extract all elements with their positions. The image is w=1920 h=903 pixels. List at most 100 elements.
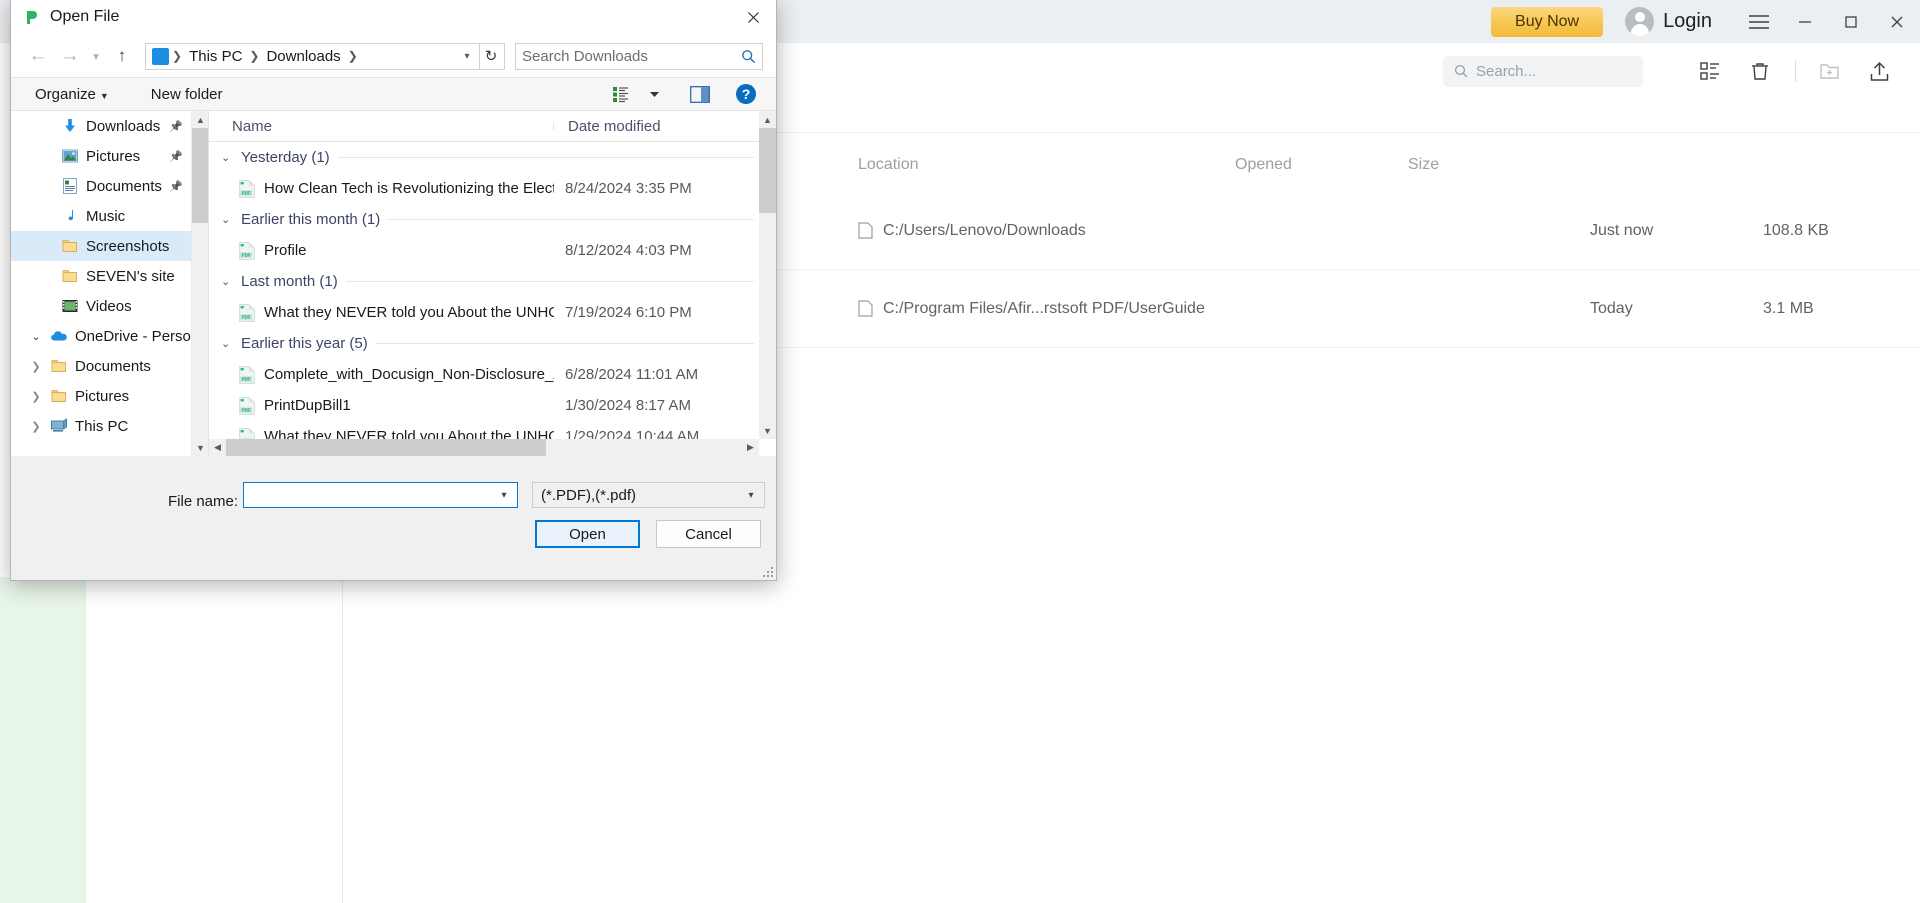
tree-item-videos[interactable]: Videos <box>11 291 191 321</box>
tree-item-music[interactable]: Music <box>11 201 191 231</box>
chevron-down-icon[interactable]: ⌄ <box>29 330 43 343</box>
buy-now-button[interactable]: Buy Now <box>1491 6 1604 37</box>
chevron-right-icon[interactable]: ❯ <box>29 360 43 373</box>
tree-scrollbar[interactable]: ▲ ▼ <box>191 111 209 456</box>
search-placeholder: Search... <box>1476 62 1537 80</box>
tree-scrollbar-thumb[interactable] <box>192 128 209 223</box>
open-button[interactable]: Open <box>535 520 640 548</box>
cancel-button[interactable]: Cancel <box>656 520 761 548</box>
pin-icon[interactable]: 📌 <box>169 150 183 163</box>
organize-button[interactable]: Organize ▼ <box>27 86 117 103</box>
scroll-down-icon[interactable]: ▼ <box>759 422 776 439</box>
file-date-cell: 7/19/2024 6:10 PM <box>565 304 692 321</box>
breadcrumb-segment-downloads[interactable]: Downloads <box>262 48 344 65</box>
arrow-up-icon[interactable]: ↑ <box>107 41 137 71</box>
chevron-down-icon[interactable]: ⌄ <box>221 337 233 350</box>
close-icon[interactable] <box>1874 0 1920 43</box>
dialog-body: Downloads 📌 Pictures 📌 Documents 📌 Music Screen… <box>11 111 776 456</box>
search-input[interactable]: Search Downloads <box>515 42 763 70</box>
navigation-tree: Downloads 📌 Pictures 📌 Documents 📌 Music Screen… <box>11 111 191 456</box>
file-row[interactable]: PDF What they NEVER told you About the UN… <box>209 297 776 328</box>
group-divider <box>388 219 754 220</box>
tree-item-this-pc[interactable]: ❯ This PC <box>11 411 191 441</box>
file-row[interactable]: PDF How Clean Tech is Revolutionizing the… <box>209 173 776 204</box>
breadcrumb-segment-this-pc[interactable]: This PC <box>185 48 246 65</box>
arrow-left-icon[interactable]: ← <box>23 41 53 71</box>
scroll-right-icon[interactable]: ▶ <box>742 439 759 456</box>
row-size: 3.1 MB <box>1763 299 1814 317</box>
svg-text:PDF: PDF <box>242 252 251 257</box>
file-list-pane: Name Date modified ⌄ Yesterday (1) PDF How … <box>208 111 776 456</box>
file-group-header[interactable]: ⌄ Earlier this year (5) <box>209 328 776 359</box>
chevron-down-icon[interactable] <box>640 81 668 107</box>
list-view-icon[interactable] <box>1693 54 1727 88</box>
file-name-text: What they NEVER told you About the UNHOL… <box>264 304 554 321</box>
close-icon[interactable] <box>730 0 776 35</box>
tree-item-label: SEVEN's site <box>86 267 175 285</box>
tree-item-label: Music <box>86 207 126 225</box>
file-list-scrollbar-vertical[interactable]: ▲ ▼ <box>759 111 776 439</box>
file-group-label: Yesterday (1) <box>241 149 330 166</box>
folder-icon <box>61 267 79 285</box>
pin-icon[interactable]: 📌 <box>169 120 183 133</box>
pc-icon <box>50 417 68 435</box>
scroll-left-icon[interactable]: ◀ <box>209 439 226 456</box>
file-group-header[interactable]: ⌄ Yesterday (1) <box>209 142 776 173</box>
file-list-scrollbar-horizontal[interactable]: ◀ ▶ <box>209 439 759 456</box>
tree-item-onedrive-person[interactable]: ⌄ OneDrive - Person <box>11 321 191 351</box>
tree-item-seven-s-site[interactable]: SEVEN's site <box>11 261 191 291</box>
file-row[interactable]: PDF PrintDupBill1 1/30/2024 8:17 AM <box>209 390 776 421</box>
help-label: ? <box>736 84 756 104</box>
file-row[interactable]: PDF Complete_with_Docusign_Non-Disclosure… <box>209 359 776 390</box>
tree-item-pictures[interactable]: Pictures 📌 <box>11 141 191 171</box>
tree-item-documents[interactable]: ❯ Documents <box>11 351 191 381</box>
chevron-down-icon[interactable]: ▾ <box>457 51 477 62</box>
preview-pane-icon[interactable] <box>686 81 714 107</box>
avatar <box>1625 7 1655 36</box>
breadcrumb[interactable]: ❯ This PC ❯ Downloads ❯ ▾ ↻ <box>145 42 505 70</box>
file-group-header[interactable]: ⌄ Last month (1) <box>209 266 776 297</box>
column-header-date-modified[interactable]: Date modified <box>554 118 661 135</box>
column-header-name[interactable]: Name <box>209 118 554 135</box>
chevron-right-icon[interactable]: ❯ <box>29 420 43 433</box>
file-row[interactable]: PDF Profile 8/12/2024 4:03 PM <box>209 235 776 266</box>
login-button[interactable]: Login <box>1625 7 1712 36</box>
pin-icon[interactable]: 📌 <box>169 180 183 193</box>
tree-item-screenshots[interactable]: Screenshots <box>11 231 191 261</box>
chevron-down-icon[interactable]: ⌄ <box>221 213 233 226</box>
file-name-field[interactable]: ▾ <box>243 482 518 508</box>
chevron-right-icon[interactable]: ❯ <box>29 390 43 403</box>
tree-item-downloads[interactable]: Downloads 📌 <box>11 111 191 141</box>
hamburger-icon[interactable] <box>1736 0 1782 43</box>
arrow-right-icon[interactable]: → <box>55 41 85 71</box>
new-folder-button[interactable]: New folder <box>143 86 231 103</box>
tree-item-pictures[interactable]: ❯ Pictures <box>11 381 191 411</box>
chevron-down-icon[interactable]: ⌄ <box>221 151 233 164</box>
file-list-scroll-thumb[interactable] <box>759 128 776 213</box>
scroll-down-icon[interactable]: ▼ <box>192 439 209 456</box>
maximize-icon[interactable] <box>1828 0 1874 43</box>
file-type-filter[interactable]: (*.PDF),(*.pdf) ▾ <box>532 482 765 508</box>
file-name-input[interactable] <box>250 485 495 505</box>
trash-icon[interactable] <box>1743 54 1777 88</box>
scroll-up-icon[interactable]: ▲ <box>759 111 776 128</box>
file-group-label: Earlier this year (5) <box>241 335 368 352</box>
new-folder-icon[interactable] <box>1812 54 1846 88</box>
help-icon[interactable]: ? <box>732 81 760 107</box>
file-list-hscroll-thumb[interactable] <box>226 439 546 456</box>
search-input[interactable]: Search... <box>1443 55 1643 87</box>
chevron-down-icon: ▼ <box>99 90 109 101</box>
file-group-header[interactable]: ⌄ Earlier this month (1) <box>209 204 776 235</box>
minimize-icon[interactable] <box>1782 0 1828 43</box>
view-layout-icon[interactable] <box>608 81 636 107</box>
chevron-down-icon[interactable]: ▾ <box>87 41 105 71</box>
file-name-text: PrintDupBill1 <box>264 397 351 414</box>
scroll-up-icon[interactable]: ▲ <box>192 111 209 128</box>
toolbar-divider <box>1795 60 1796 82</box>
upload-icon[interactable] <box>1862 54 1896 88</box>
chevron-down-icon[interactable]: ▾ <box>495 490 513 501</box>
resize-grip[interactable] <box>761 565 773 577</box>
tree-item-documents[interactable]: Documents 📌 <box>11 171 191 201</box>
refresh-icon[interactable]: ↻ <box>479 42 502 70</box>
chevron-down-icon[interactable]: ⌄ <box>221 275 233 288</box>
